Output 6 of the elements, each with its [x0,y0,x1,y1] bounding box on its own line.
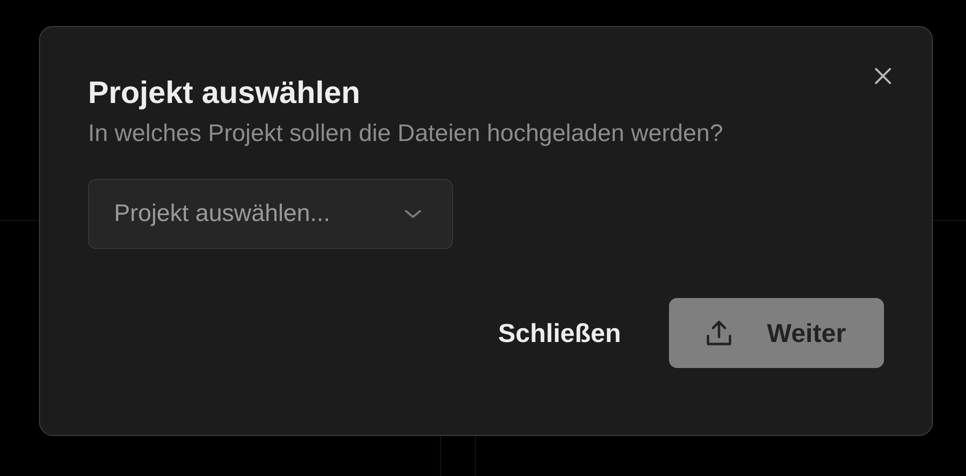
upload-icon [705,319,733,347]
dialog-description: In welches Projekt sollen die Dateien hochgeladen werden? [88,119,724,149]
chevron-down-icon [404,209,422,219]
close-button[interactable]: Schließen [498,298,621,368]
project-select[interactable]: Projekt auswählen... [88,179,453,249]
dialog-title: Projekt auswählen [88,74,360,112]
